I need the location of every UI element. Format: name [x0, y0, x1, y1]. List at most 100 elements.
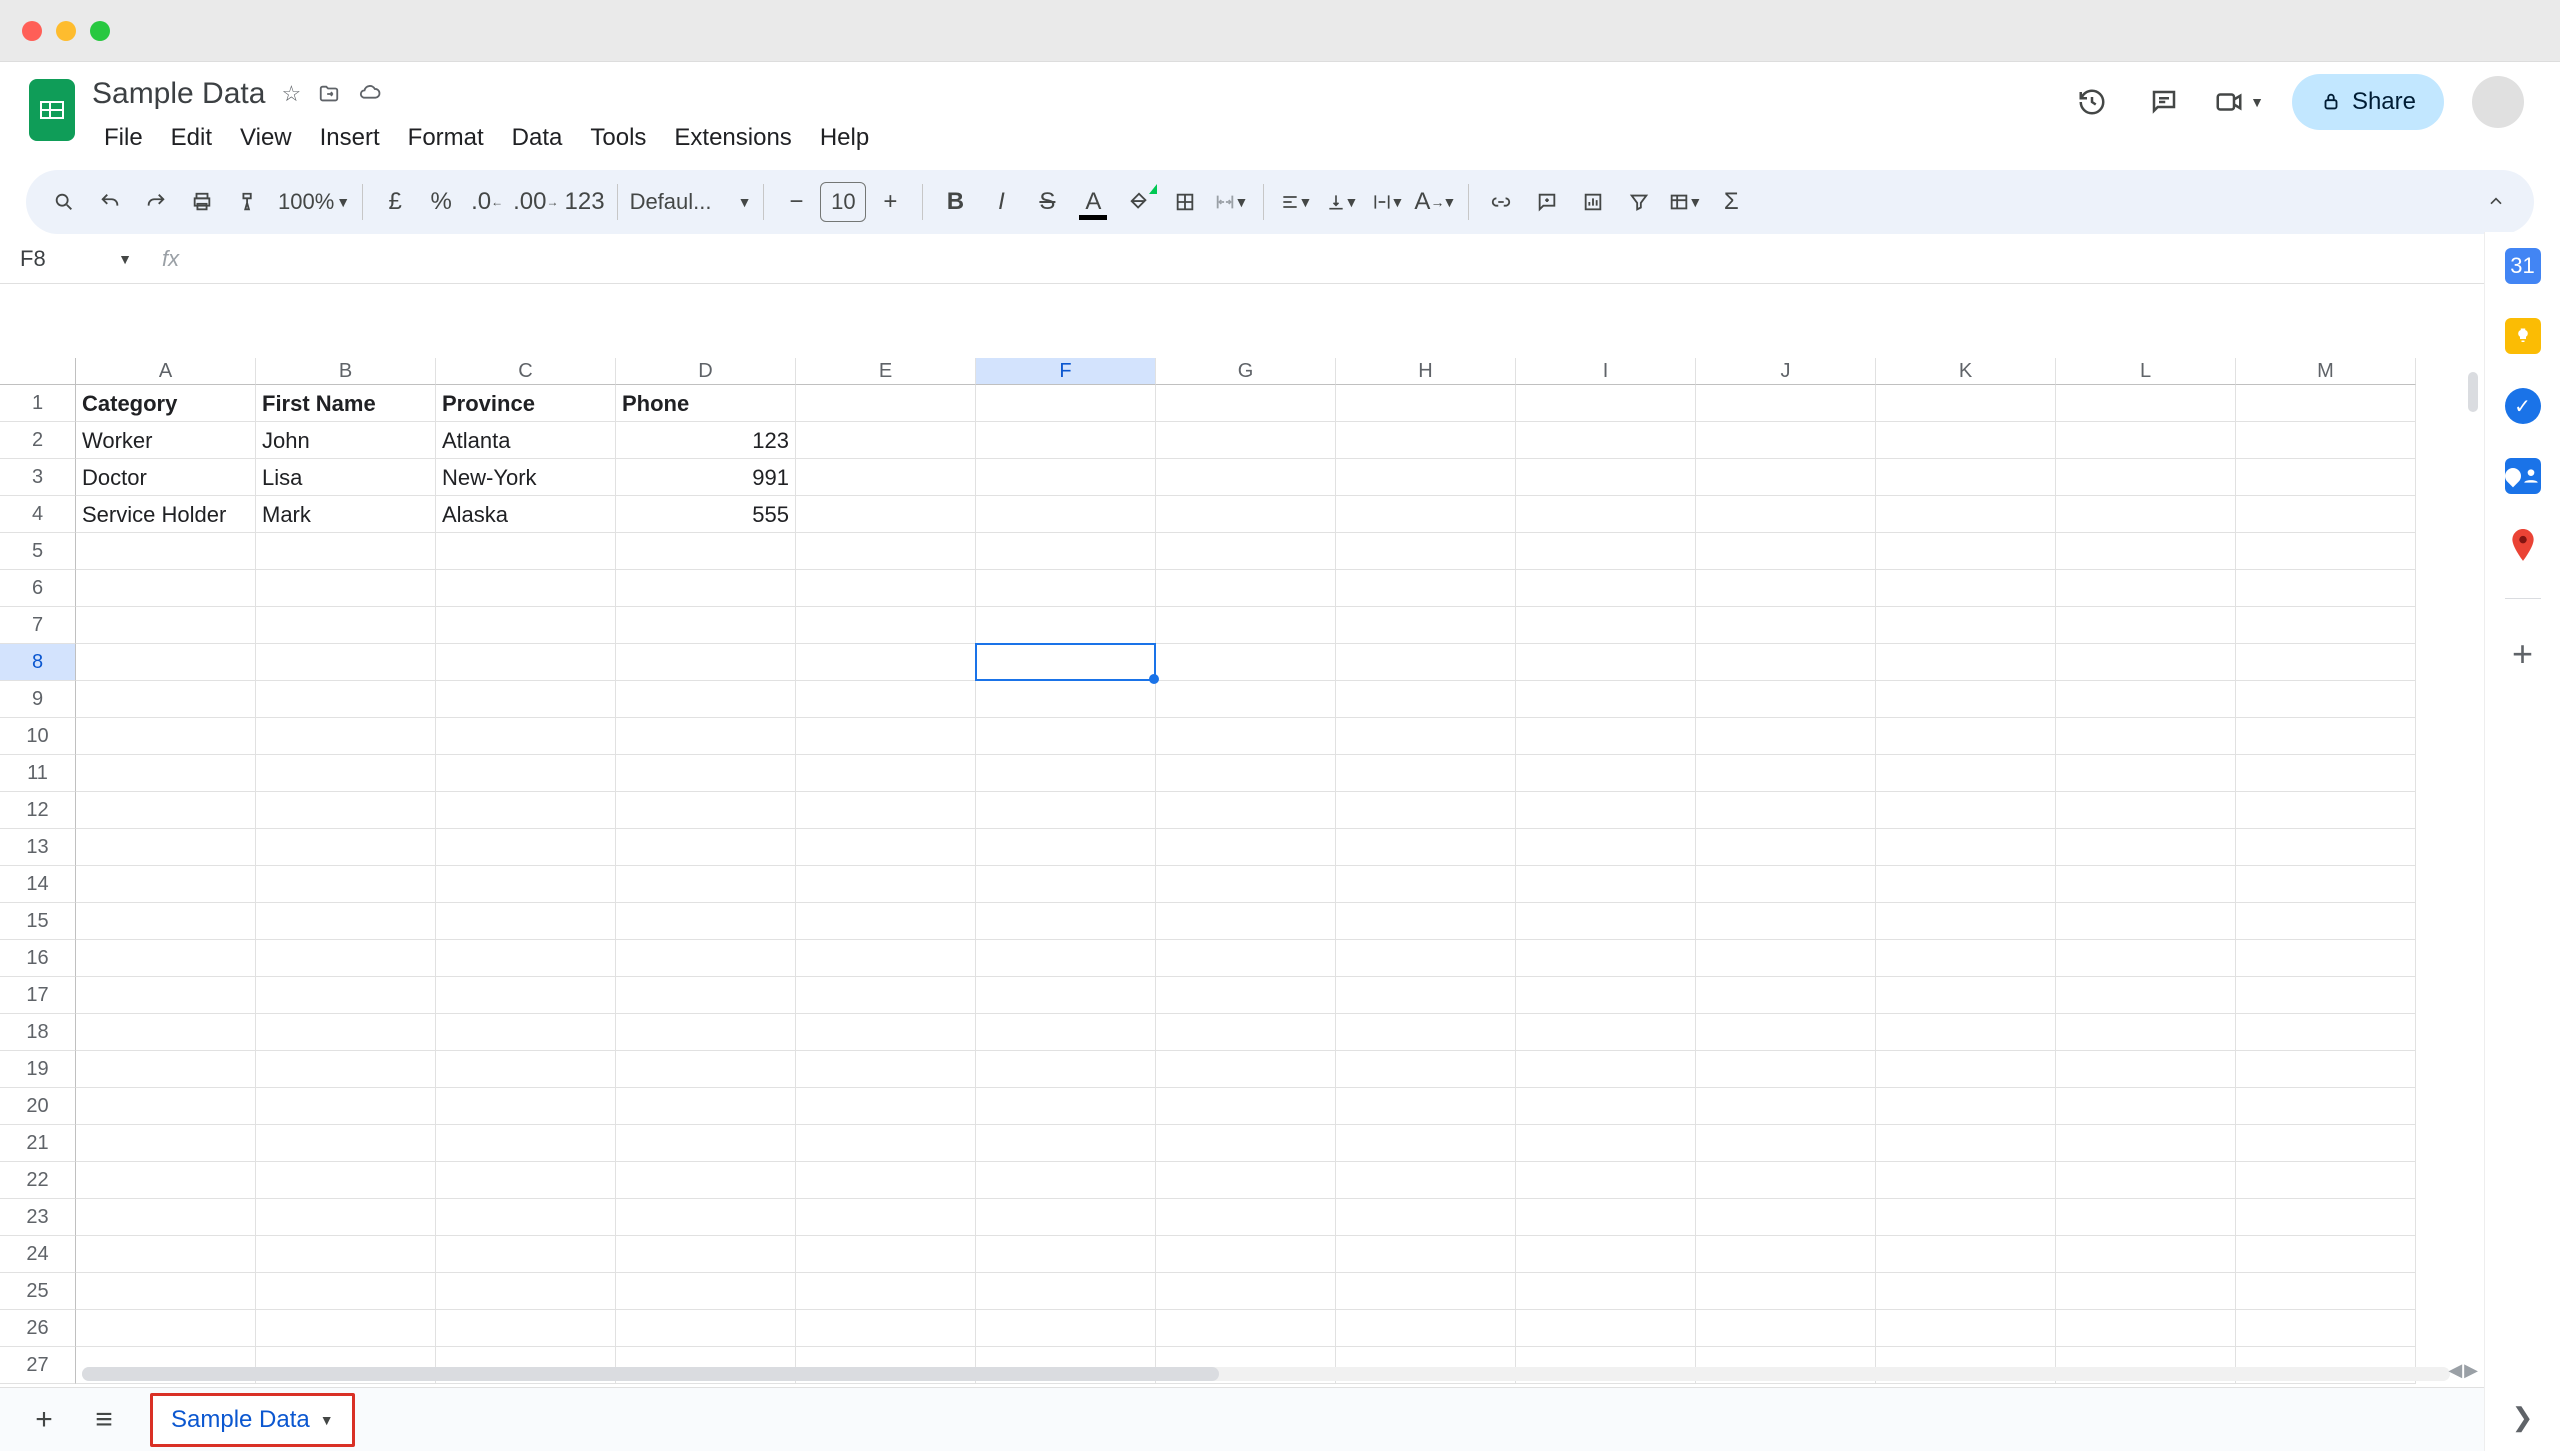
calendar-addon-icon[interactable]: 31: [2505, 248, 2541, 284]
cell[interactable]: [1156, 496, 1336, 533]
name-box[interactable]: F8 ▼: [14, 246, 144, 272]
cell[interactable]: [2236, 644, 2416, 681]
cell[interactable]: [1876, 792, 2056, 829]
cell[interactable]: [976, 1310, 1156, 1347]
cell[interactable]: [796, 829, 976, 866]
cell[interactable]: [796, 459, 976, 496]
cell[interactable]: [76, 718, 256, 755]
cell[interactable]: [1696, 1051, 1876, 1088]
cell[interactable]: [2056, 940, 2236, 977]
cell[interactable]: [2236, 496, 2416, 533]
close-window-button[interactable]: [22, 21, 42, 41]
cell[interactable]: [616, 1014, 796, 1051]
cell[interactable]: [76, 866, 256, 903]
row-header[interactable]: 4: [0, 496, 76, 533]
cell[interactable]: [2056, 866, 2236, 903]
cell[interactable]: [256, 644, 436, 681]
cell[interactable]: [2056, 459, 2236, 496]
menu-edit[interactable]: Edit: [159, 118, 224, 158]
cell[interactable]: [1696, 570, 1876, 607]
cell[interactable]: [1336, 422, 1516, 459]
cell[interactable]: [256, 792, 436, 829]
cell[interactable]: [256, 1199, 436, 1236]
cell[interactable]: [796, 1236, 976, 1273]
cell[interactable]: [256, 866, 436, 903]
sheets-logo[interactable]: [24, 74, 80, 146]
insert-comment-icon[interactable]: [1527, 180, 1567, 224]
cell[interactable]: [1156, 1310, 1336, 1347]
column-header[interactable]: E: [796, 358, 976, 385]
cell[interactable]: 555: [616, 496, 796, 533]
row-header[interactable]: 6: [0, 570, 76, 607]
cell[interactable]: [2056, 1125, 2236, 1162]
cell[interactable]: [2236, 866, 2416, 903]
column-header[interactable]: I: [1516, 358, 1696, 385]
cell[interactable]: [2056, 496, 2236, 533]
cell[interactable]: [616, 866, 796, 903]
cell[interactable]: [256, 1125, 436, 1162]
cell[interactable]: [1336, 533, 1516, 570]
cell[interactable]: [436, 755, 616, 792]
cell[interactable]: [2056, 755, 2236, 792]
cell[interactable]: [1876, 1088, 2056, 1125]
cell[interactable]: [2056, 1199, 2236, 1236]
row-header[interactable]: 2: [0, 422, 76, 459]
font-size-input[interactable]: [820, 182, 866, 222]
cell[interactable]: [2056, 607, 2236, 644]
cell[interactable]: [616, 903, 796, 940]
cell[interactable]: [1156, 977, 1336, 1014]
cell[interactable]: [976, 1088, 1156, 1125]
cell[interactable]: [256, 903, 436, 940]
cell[interactable]: [1156, 940, 1336, 977]
cell[interactable]: [796, 496, 976, 533]
column-header[interactable]: G: [1156, 358, 1336, 385]
cell[interactable]: [76, 940, 256, 977]
get-addons-icon[interactable]: +: [2512, 633, 2533, 675]
cell[interactable]: [1516, 1051, 1696, 1088]
cell[interactable]: [256, 1051, 436, 1088]
cell[interactable]: [976, 1162, 1156, 1199]
row-header[interactable]: 9: [0, 681, 76, 718]
cell[interactable]: [2236, 1125, 2416, 1162]
menu-extensions[interactable]: Extensions: [662, 118, 803, 158]
collapse-side-panel-icon[interactable]: ❯: [2512, 1402, 2534, 1433]
scroll-arrows[interactable]: ◀▶: [2448, 1360, 2478, 1381]
cell[interactable]: [796, 1088, 976, 1125]
cell[interactable]: [976, 903, 1156, 940]
row-header[interactable]: 3: [0, 459, 76, 496]
cell[interactable]: [1336, 644, 1516, 681]
cell[interactable]: [1516, 755, 1696, 792]
cell[interactable]: [616, 644, 796, 681]
column-header[interactable]: A: [76, 358, 256, 385]
cell[interactable]: [1516, 533, 1696, 570]
cell[interactable]: [1876, 1162, 2056, 1199]
cell[interactable]: [2236, 977, 2416, 1014]
maps-addon-icon[interactable]: [2505, 528, 2541, 564]
cell[interactable]: [2056, 1273, 2236, 1310]
cell[interactable]: [1876, 607, 2056, 644]
cell[interactable]: [1696, 533, 1876, 570]
cell[interactable]: [1876, 903, 2056, 940]
cell[interactable]: [976, 718, 1156, 755]
format-percent-icon[interactable]: %: [421, 180, 461, 224]
cell[interactable]: [76, 681, 256, 718]
cell[interactable]: [2056, 1088, 2236, 1125]
cell[interactable]: [2236, 718, 2416, 755]
cell[interactable]: [76, 1236, 256, 1273]
cell[interactable]: [976, 977, 1156, 1014]
cell[interactable]: [436, 607, 616, 644]
cell[interactable]: [1156, 1273, 1336, 1310]
row-header[interactable]: 14: [0, 866, 76, 903]
cell[interactable]: [1876, 570, 2056, 607]
vertical-align-icon[interactable]: ▼: [1322, 180, 1362, 224]
cell[interactable]: 123: [616, 422, 796, 459]
row-header[interactable]: 27: [0, 1347, 76, 1384]
cell[interactable]: [1156, 792, 1336, 829]
cell[interactable]: [1516, 1125, 1696, 1162]
cell[interactable]: [76, 903, 256, 940]
account-avatar[interactable]: [2472, 76, 2524, 128]
cell[interactable]: [2236, 1199, 2416, 1236]
increase-decimal-icon[interactable]: .00→: [513, 180, 558, 224]
cell[interactable]: [256, 570, 436, 607]
cell[interactable]: [796, 1273, 976, 1310]
